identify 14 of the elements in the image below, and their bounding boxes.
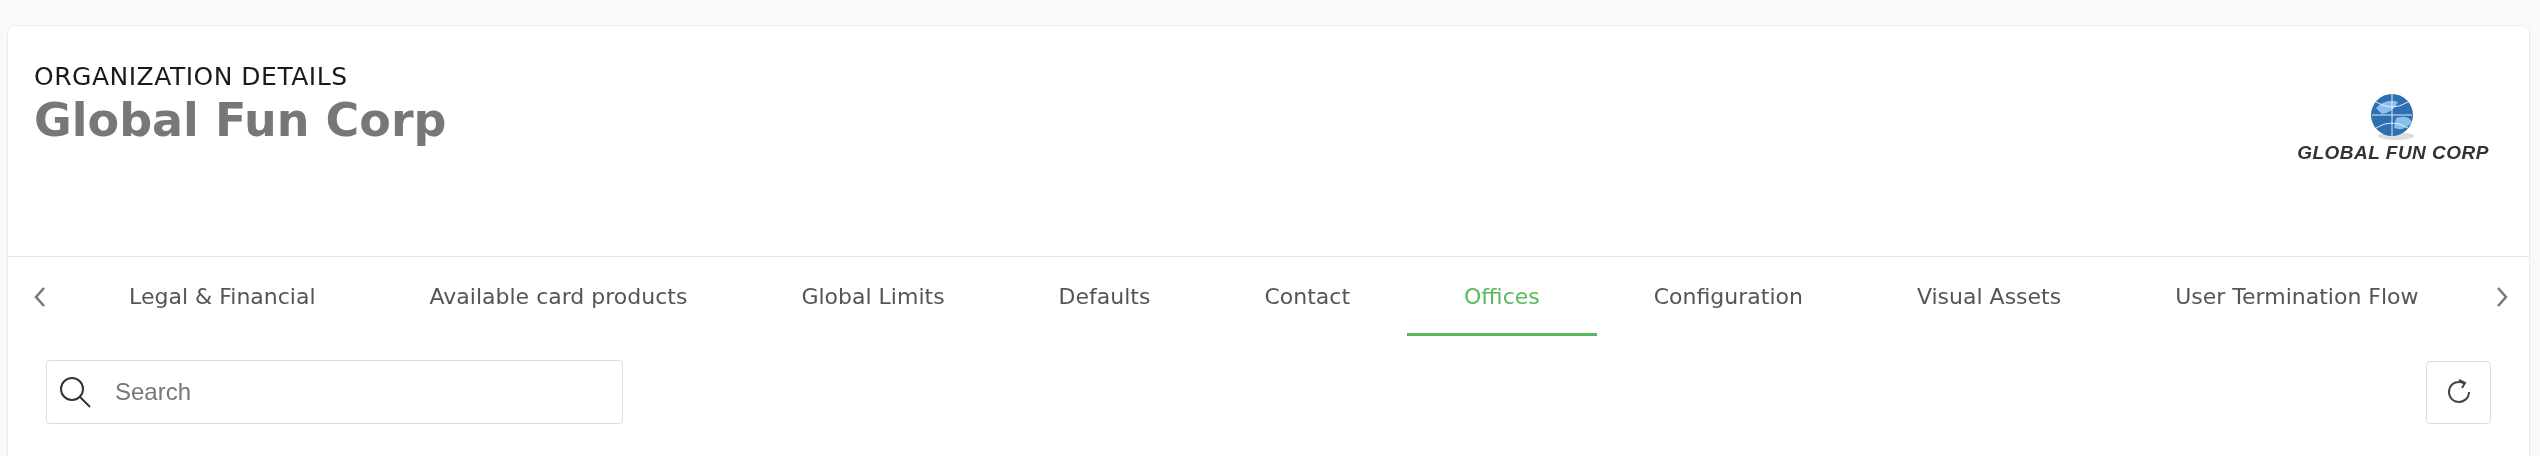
tab[interactable]: Contact (1207, 257, 1408, 336)
refresh-button[interactable] (2426, 360, 2491, 424)
tab[interactable]: Legal & Financial (72, 257, 373, 336)
search-icon (58, 375, 92, 409)
tab[interactable]: Visual Assets (1859, 257, 2119, 336)
logo-text: GLOBAL FUN CORP (2297, 142, 2489, 164)
section-label: ORGANIZATION DETAILS (34, 62, 349, 92)
tab[interactable]: Defaults (1001, 257, 1208, 336)
tab[interactable]: User Termination Flow (2118, 257, 2476, 336)
tab[interactable]: Configuration (1596, 257, 1860, 336)
tab[interactable]: Available card products (372, 257, 745, 336)
tab[interactable]: Global Limits (744, 257, 1002, 336)
search-field[interactable]: Search (46, 360, 623, 424)
organization-name: Global Fun Corp (34, 92, 447, 148)
